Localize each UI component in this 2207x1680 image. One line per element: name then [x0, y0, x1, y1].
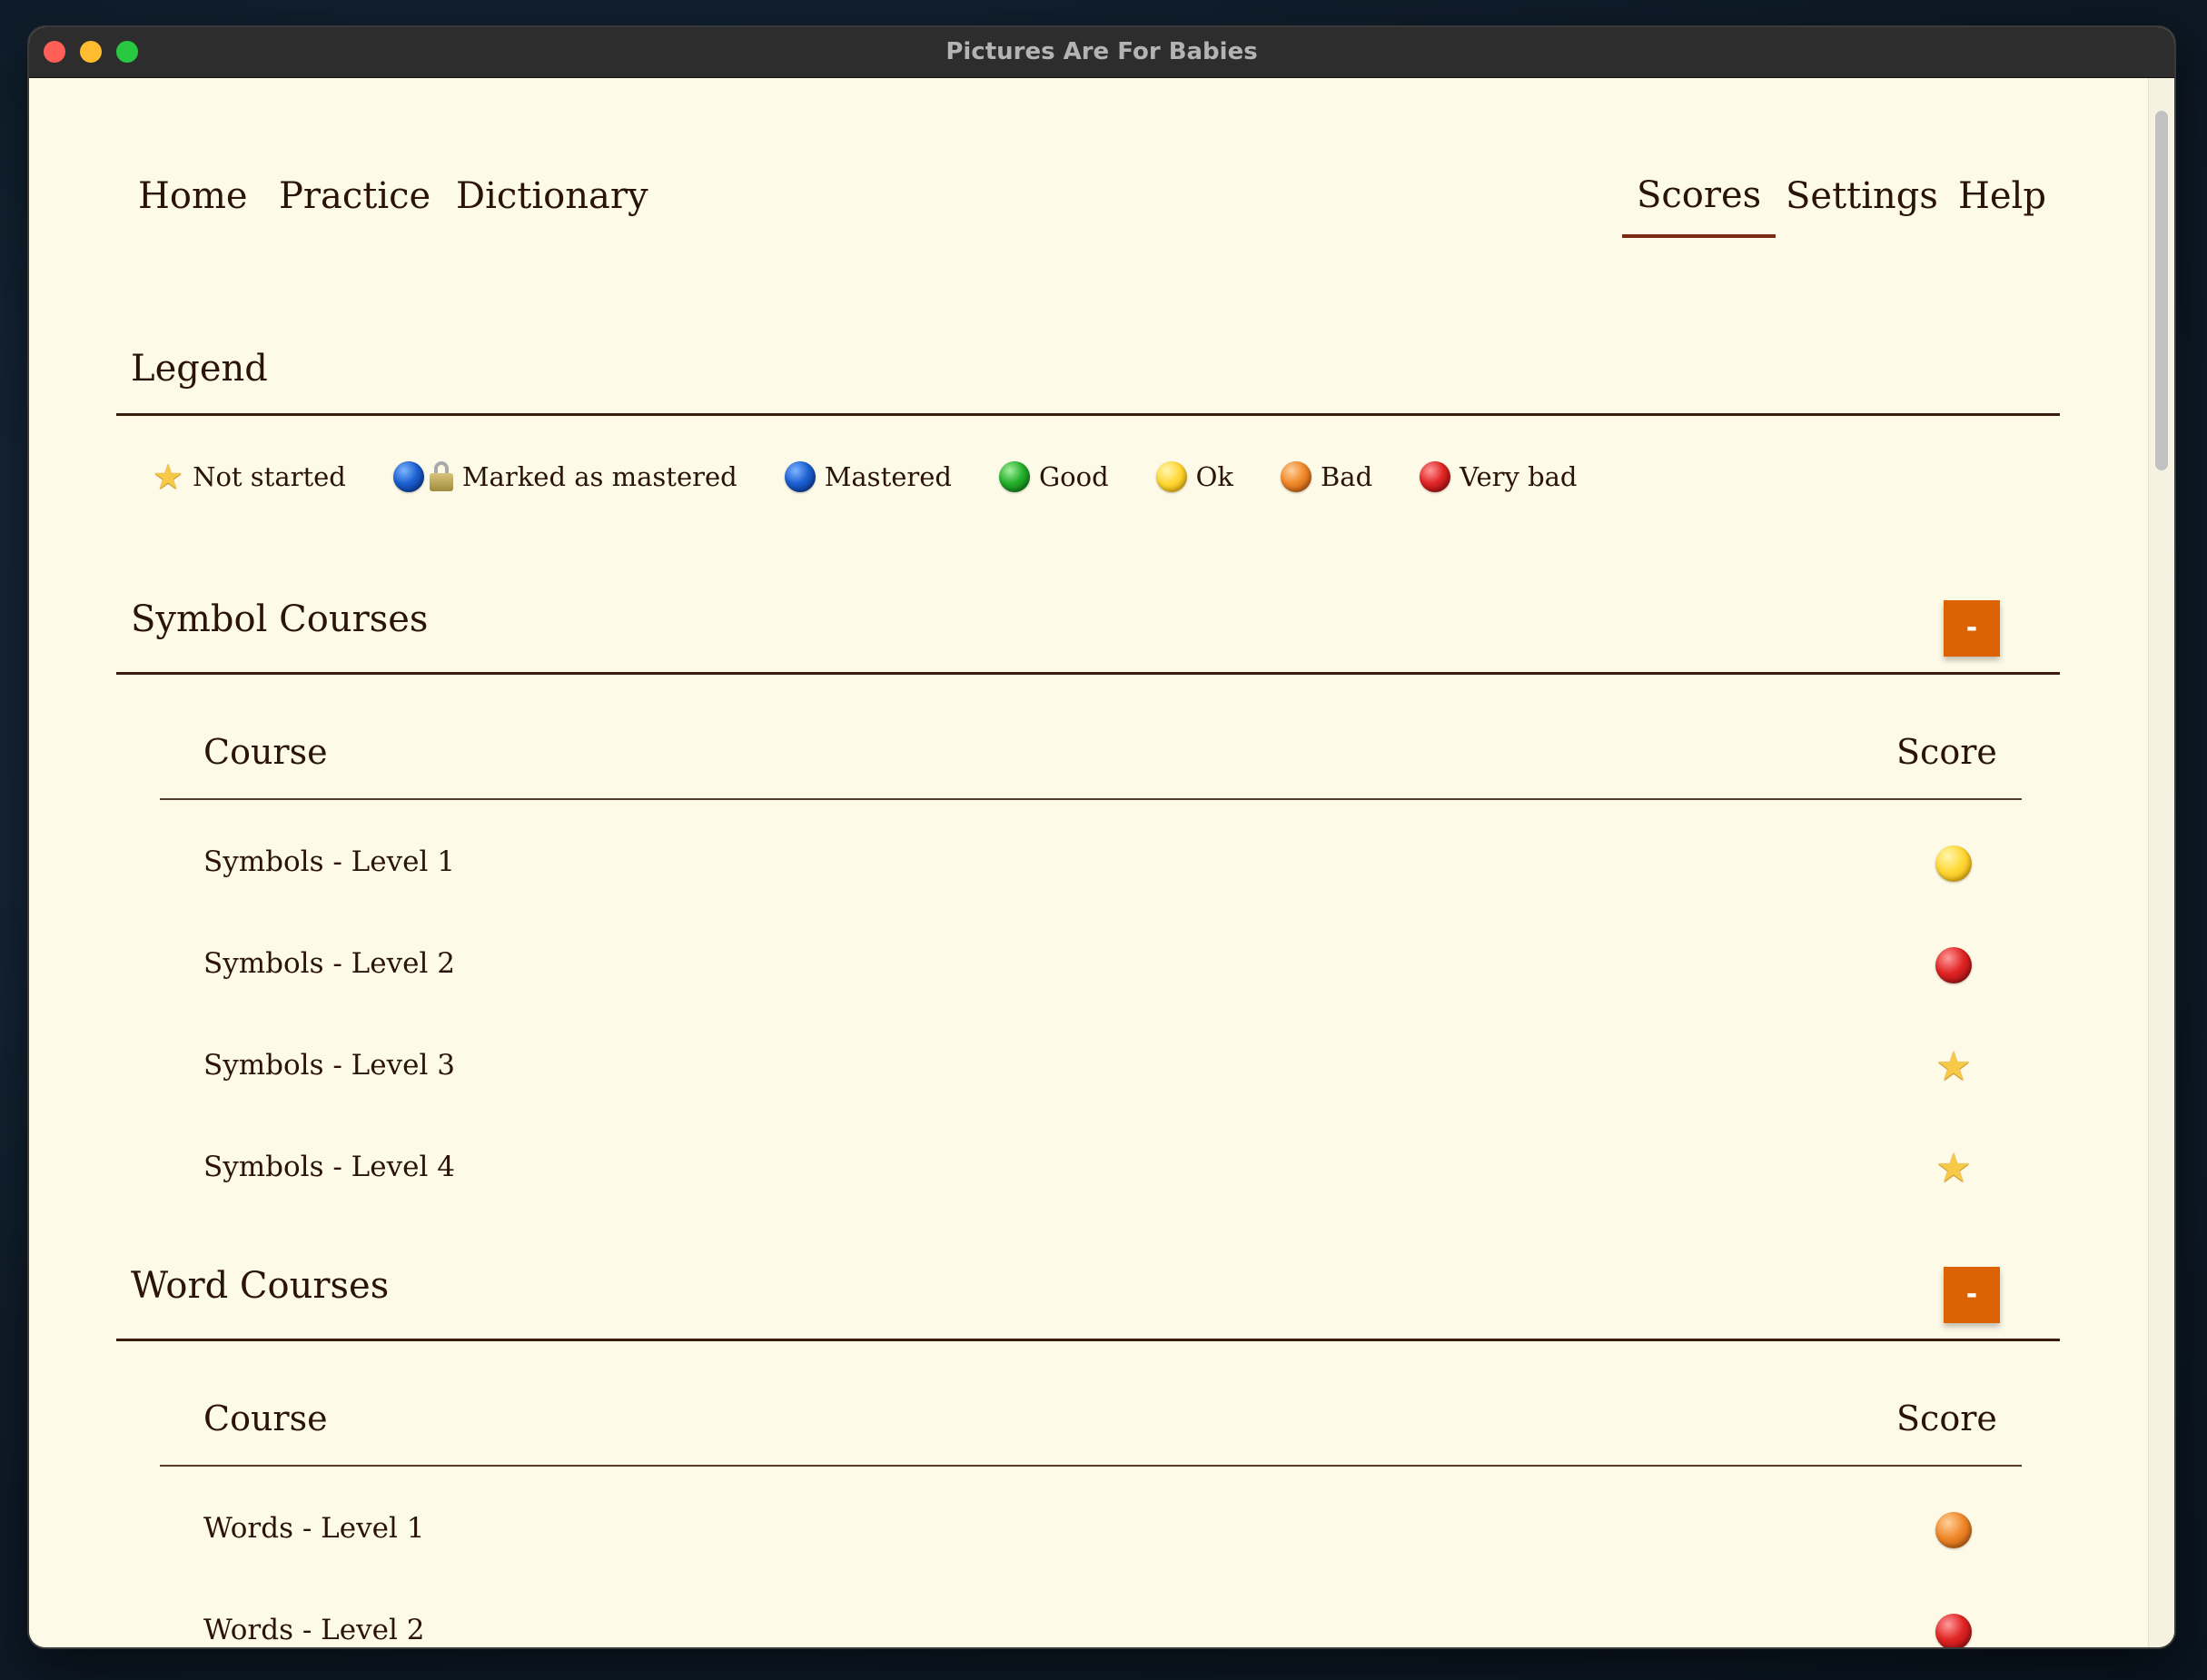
legend-label: Mastered — [824, 461, 952, 492]
scores-page: Home Practice Dictionary Scores Settings… — [29, 78, 2174, 1647]
blue-orb-icon — [392, 461, 424, 492]
orange-orb-icon — [1281, 461, 1311, 492]
yellow-orb-icon — [1155, 461, 1187, 492]
course-name[interactable]: Symbols - Level 1 — [203, 845, 455, 878]
nav-practice[interactable]: Practice — [279, 175, 431, 217]
score-column-header: Score — [1896, 732, 1997, 772]
course-name[interactable]: Symbols - Level 2 — [203, 947, 455, 980]
vertical-scrollbar[interactable] — [2148, 78, 2174, 1647]
legend-item-mastered: Mastered — [784, 461, 952, 492]
course-column-header: Course — [203, 1398, 328, 1438]
course-name[interactable]: Words - Level 2 — [203, 1614, 424, 1646]
legend-item-good: Good — [998, 461, 1109, 492]
legend-item-marked-as-mastered: Marked as mastered — [392, 461, 737, 492]
score-very-bad-icon — [1935, 1613, 1973, 1647]
word-courses-heading: Word Courses — [131, 1265, 390, 1307]
app-window: Pictures Are For Babies Home Practice Di… — [29, 27, 2174, 1647]
course-name[interactable]: Symbols - Level 4 — [203, 1151, 455, 1183]
word-courses-divider — [116, 1339, 2060, 1341]
lock-icon — [429, 461, 453, 492]
star-icon: ★ — [153, 457, 184, 497]
red-orb-icon — [1420, 461, 1451, 492]
symbol-courses-divider — [116, 672, 2060, 675]
red-orb-icon — [1935, 1614, 1972, 1647]
score-ok-icon — [1935, 845, 1973, 883]
course-column-header: Course — [203, 732, 328, 772]
score-very-bad-icon — [1935, 946, 1973, 984]
yellow-orb-icon — [1935, 845, 1972, 882]
orange-orb-icon — [1935, 1512, 1972, 1548]
nav-settings[interactable]: Settings — [1786, 175, 1938, 217]
legend-label: Ok — [1195, 461, 1233, 492]
legend-label: Very bad — [1460, 461, 1578, 492]
scrollbar-thumb[interactable] — [2155, 111, 2168, 470]
table-header-divider — [160, 1465, 2022, 1467]
legend-label: Good — [1038, 461, 1109, 492]
legend-item-very-bad: Very bad — [1420, 461, 1578, 492]
red-orb-icon — [1935, 947, 1972, 983]
legend-label: Marked as mastered — [461, 461, 737, 492]
word-courses-collapse-button[interactable]: - — [1944, 1267, 2000, 1323]
symbol-courses-heading: Symbol Courses — [131, 598, 429, 640]
score-bad-icon — [1935, 1511, 1973, 1549]
window-title: Pictures Are For Babies — [945, 38, 1258, 65]
score-not-started-icon: ★ — [1935, 1145, 1973, 1191]
legend-heading: Legend — [131, 348, 268, 390]
score-not-started-icon: ★ — [1935, 1043, 1973, 1090]
legend-item-ok: Ok — [1155, 461, 1233, 492]
nav-dictionary[interactable]: Dictionary — [456, 175, 648, 217]
table-header-divider — [160, 798, 2022, 800]
course-name[interactable]: Symbols - Level 3 — [203, 1049, 455, 1082]
legend-item-bad: Bad — [1281, 461, 1372, 492]
star-icon: ★ — [1935, 1145, 1972, 1191]
green-orb-icon — [998, 461, 1030, 492]
symbol-courses-collapse-button[interactable]: - — [1944, 600, 2000, 657]
title-bar: Pictures Are For Babies — [29, 27, 2174, 78]
legend-list: ★ Not started Marked as mastered Mastere… — [153, 460, 1625, 494]
blue-orb-icon — [784, 461, 816, 492]
legend-divider — [116, 413, 2060, 416]
legend-label: Bad — [1321, 461, 1373, 492]
score-column-header: Score — [1896, 1398, 1997, 1438]
nav-scores[interactable]: Scores — [1621, 174, 1776, 238]
legend-label: Not started — [193, 461, 346, 492]
course-name[interactable]: Words - Level 1 — [203, 1512, 424, 1545]
nav-home[interactable]: Home — [138, 175, 248, 217]
star-icon: ★ — [1935, 1043, 1972, 1090]
nav-help[interactable]: Help — [1958, 175, 2046, 217]
legend-item-not-started: ★ Not started — [153, 460, 346, 494]
